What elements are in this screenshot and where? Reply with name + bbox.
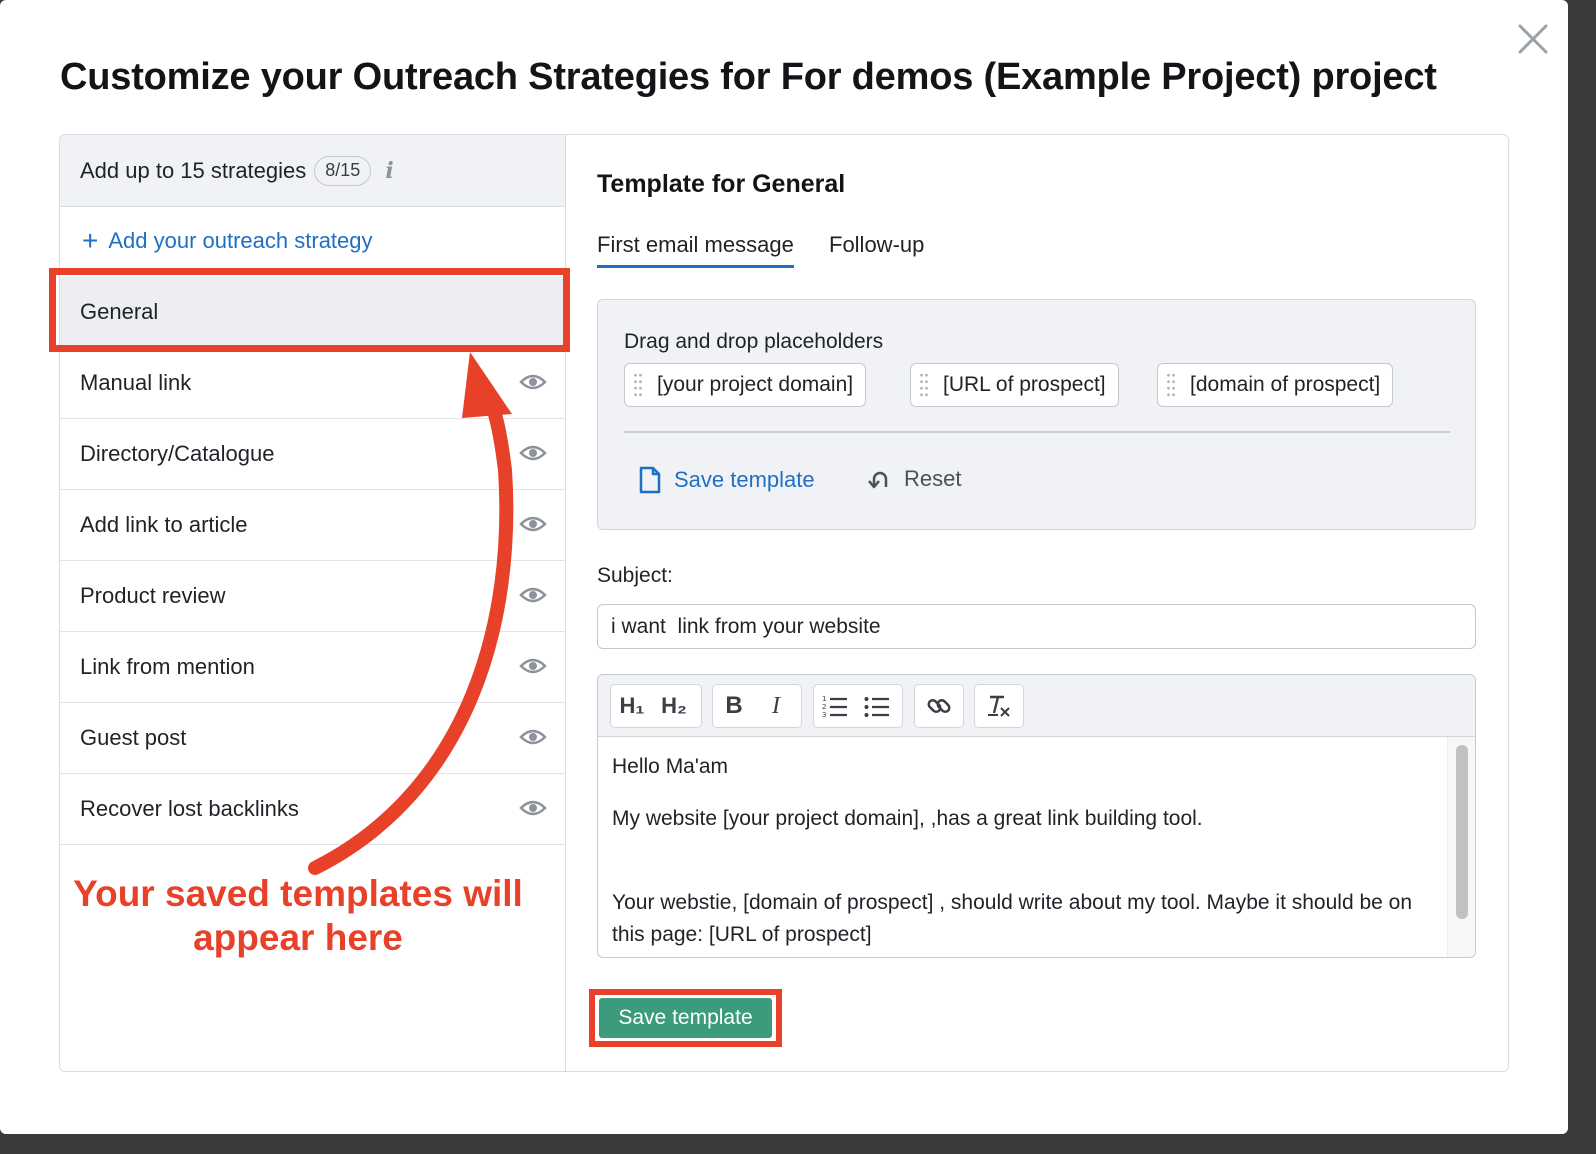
svg-text:1: 1 <box>822 695 826 703</box>
h1-button[interactable]: H₁ <box>611 685 653 727</box>
close-icon[interactable] <box>1514 20 1552 58</box>
subject-label: Subject: <box>597 564 673 587</box>
editor-content[interactable]: Hello Ma'am My website [your project dom… <box>598 737 1448 957</box>
link-group <box>914 684 964 728</box>
strategy-item-label: Directory/Catalogue <box>80 441 275 466</box>
editor-paragraph: Hello Ma'am <box>612 755 729 778</box>
strategy-item-label: Guest post <box>80 725 187 750</box>
save-template-link-label: Save template <box>674 467 815 492</box>
undo-icon <box>868 471 888 489</box>
eye-icon[interactable] <box>519 727 547 747</box>
bullet-list-icon[interactable] <box>856 685 898 727</box>
placeholder-chip-label: [domain of prospect] <box>1190 373 1381 396</box>
eye-icon[interactable] <box>519 443 547 463</box>
svg-text:3: 3 <box>822 711 826 718</box>
heading-group: H₁ H₂ <box>610 684 702 728</box>
format-group: B I <box>712 684 802 728</box>
annotation-text: Your saved templates will appear here <box>60 872 536 960</box>
modal-dialog: Customize your Outreach Strategies for F… <box>0 0 1568 1134</box>
email-editor: H₁ H₂ B I 1 2 3 Hello Ma'am My website [… <box>597 674 1476 958</box>
strategy-item-guest-post[interactable]: Guest post <box>60 703 565 774</box>
strategy-list: General Manual link Directory/Catalogue … <box>60 277 565 845</box>
info-icon[interactable]: i <box>385 158 393 184</box>
list-group: 1 2 3 <box>813 684 903 728</box>
save-template-button[interactable]: Save template <box>599 998 772 1038</box>
reset-button[interactable]: Reset <box>866 466 961 492</box>
drag-handle-icon <box>919 372 929 398</box>
scrollbar-thumb[interactable] <box>1456 745 1468 919</box>
eye-icon[interactable] <box>519 656 547 676</box>
reset-label: Reset <box>904 466 962 491</box>
eye-icon[interactable] <box>519 585 547 605</box>
strategy-item-link-from-mention[interactable]: Link from mention <box>60 632 565 703</box>
editor-toolbar: H₁ H₂ B I 1 2 3 <box>598 675 1475 737</box>
tab-first-email[interactable]: First email message <box>597 232 794 268</box>
modal-title: Customize your Outreach Strategies for F… <box>60 56 1437 98</box>
add-strategy-label: Add your outreach strategy <box>108 228 373 253</box>
link-icon[interactable] <box>915 685 963 727</box>
editor-scrollbar[interactable] <box>1447 737 1475 957</box>
placeholder-chip-label: [URL of prospect] <box>943 373 1106 396</box>
clear-formatting-icon[interactable] <box>975 685 1023 727</box>
h2-button[interactable]: H₂ <box>653 685 695 727</box>
placeholders-label: Drag and drop placeholders <box>624 330 884 353</box>
strategy-item-label: Link from mention <box>80 654 255 679</box>
editor-paragraph: My website [your project domain], ,has a… <box>612 807 1203 830</box>
subject-input[interactable] <box>597 604 1476 649</box>
eye-icon[interactable] <box>519 372 547 392</box>
drag-handle-icon <box>633 372 643 398</box>
strategy-item-product-review[interactable]: Product review <box>60 561 565 632</box>
add-strategy-link[interactable]: + Add your outreach strategy <box>82 227 373 255</box>
save-template-link[interactable]: Save template <box>638 466 815 494</box>
strategy-item-label: General <box>80 299 159 324</box>
strategy-item-label: Recover lost backlinks <box>80 796 299 821</box>
eye-icon[interactable] <box>519 514 547 534</box>
svg-text:2: 2 <box>822 703 826 711</box>
strategy-item-general[interactable]: General <box>60 277 565 348</box>
strategy-item-label: Product review <box>80 583 226 608</box>
bold-button[interactable]: B <box>713 685 755 727</box>
strategy-item-label: Manual link <box>80 370 192 395</box>
strategy-item-recover-lost-backlinks[interactable]: Recover lost backlinks <box>60 774 565 845</box>
drag-handle-icon <box>1166 372 1176 398</box>
annotation-line: Your saved templates will <box>73 873 523 914</box>
strategy-item-label: Add link to article <box>80 512 248 537</box>
document-icon <box>639 466 661 494</box>
clear-format-group <box>974 684 1024 728</box>
strategy-item-directory[interactable]: Directory/Catalogue <box>60 419 565 490</box>
strategy-count-badge: 8/15 <box>314 155 372 186</box>
ordered-list-icon[interactable]: 1 2 3 <box>814 685 856 727</box>
placeholder-chip-label: [your project domain] <box>657 373 854 396</box>
strategy-item-manual-link[interactable]: Manual link <box>60 348 565 419</box>
sidebar-header-label: Add up to 15 strategies <box>80 157 307 183</box>
italic-button[interactable]: I <box>755 685 797 727</box>
eye-icon[interactable] <box>519 798 547 818</box>
plus-icon: + <box>82 225 99 256</box>
strategy-item-add-link-to-article[interactable]: Add link to article <box>60 490 565 561</box>
tab-follow-up[interactable]: Follow-up <box>829 232 924 268</box>
editor-paragraph: Your webstie, [domain of prospect] , sho… <box>612 891 1413 946</box>
placeholders-panel: Drag and drop placeholders [your project… <box>597 299 1476 530</box>
placeholder-chip-domain-of-prospect[interactable]: [domain of prospect] <box>1157 363 1394 407</box>
sidebar-header: Add up to 15 strategies 8/15 i <box>60 135 565 207</box>
annotation-line: appear here <box>193 917 403 958</box>
placeholder-chip-project-domain[interactable]: [your project domain] <box>624 363 867 407</box>
placeholder-chip-url-of-prospect[interactable]: [URL of prospect] <box>910 363 1119 407</box>
divider <box>624 431 1450 433</box>
template-title: Template for General <box>597 170 846 198</box>
